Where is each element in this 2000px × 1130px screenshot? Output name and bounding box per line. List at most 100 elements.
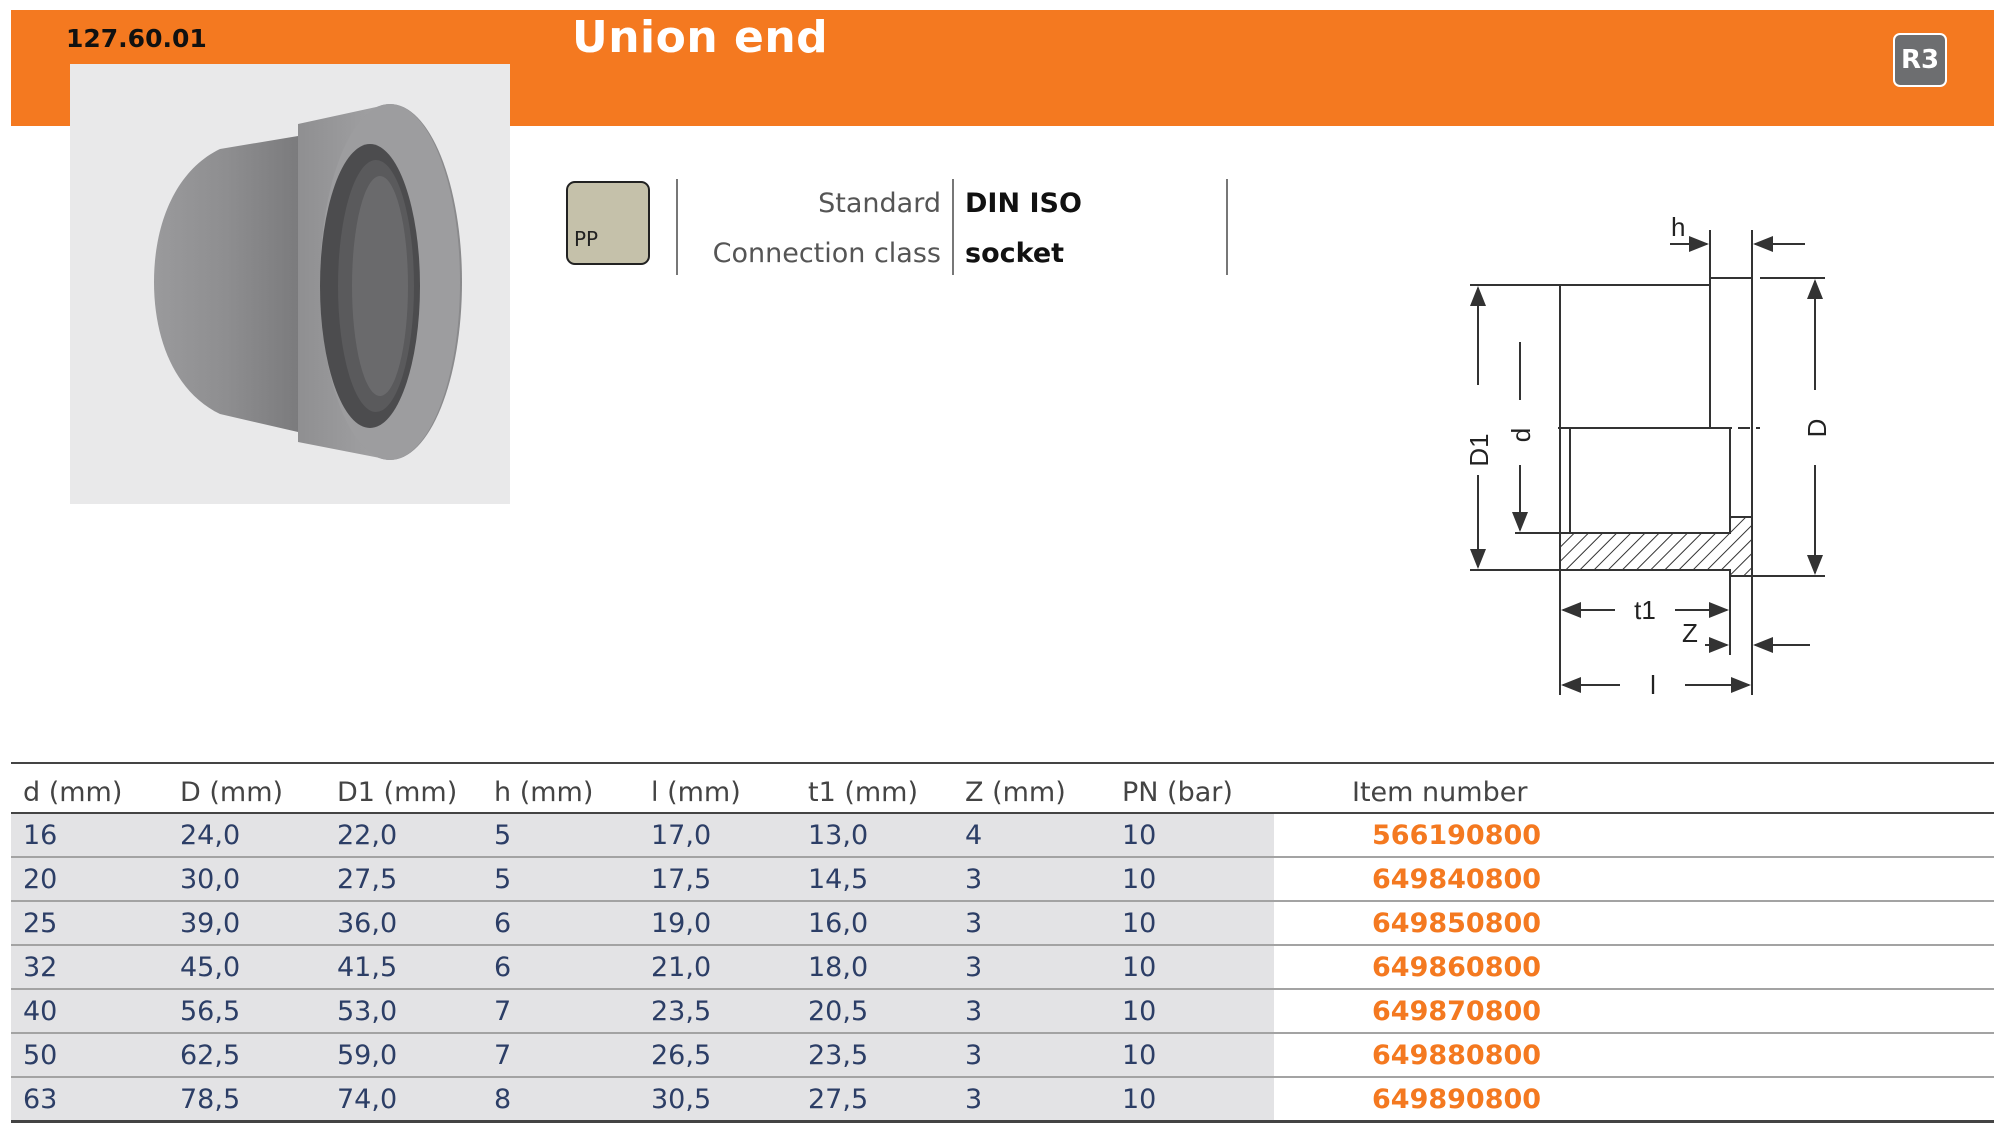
column-header: l (mm) [639,762,796,814]
dim-label-l: l [1650,670,1656,700]
table-cell: 19,0 [639,901,796,946]
item-number-link[interactable]: 649880800 [1274,1033,1994,1078]
table-cell: 62,5 [168,1033,325,1078]
item-number-link[interactable]: 566190800 [1274,813,1994,858]
dim-label-D1: D1 [1464,433,1494,466]
table-cell: 26,5 [639,1033,796,1078]
table-row: 20 30,0 27,5 5 17,5 14,5 3 10 649840800 [11,857,1994,902]
table-cell: 74,0 [325,1077,482,1123]
column-header: d (mm) [11,762,168,814]
item-number-link[interactable]: 649870800 [1274,989,1994,1034]
table-cell: 16 [11,813,168,858]
table-cell: 25 [11,901,168,946]
standard-label: Standard [818,188,941,219]
table-cell: 30,0 [168,857,325,902]
table-header-row: d (mm) D (mm) D1 (mm) h (mm) l (mm) t1 (… [11,762,1994,814]
table-cell: 53,0 [325,989,482,1034]
table-cell: 23,5 [639,989,796,1034]
divider [676,179,678,275]
column-header: Item number [1274,762,1994,814]
table-cell: 50 [11,1033,168,1078]
table-cell: 8 [482,1077,639,1123]
column-header: D (mm) [168,762,325,814]
table-cell: 3 [953,1077,1110,1123]
column-header: PN (bar) [1110,762,1274,814]
table-cell: 56,5 [168,989,325,1034]
table-cell: 16,0 [796,901,953,946]
dim-label-h: h [1671,212,1685,242]
table-cell: 21,0 [639,945,796,990]
table-cell: 7 [482,989,639,1034]
item-number-link[interactable]: 649860800 [1274,945,1994,990]
table-cell: 32 [11,945,168,990]
table-cell: 17,0 [639,813,796,858]
table-cell: 3 [953,901,1110,946]
table-cell: 3 [953,1033,1110,1078]
table-cell: 23,5 [796,1033,953,1078]
dim-label-Z: Z [1682,618,1698,648]
table-cell: 3 [953,857,1110,902]
table-cell: 45,0 [168,945,325,990]
product-image [70,64,510,504]
table-cell: 5 [482,813,639,858]
table-row: 63 78,5 74,0 8 30,5 27,5 3 10 649890800 [11,1077,1994,1123]
table-cell: 10 [1110,901,1274,946]
table-cell: 10 [1110,857,1274,902]
table-cell: 10 [1110,1033,1274,1078]
table-cell: 10 [1110,945,1274,990]
table-cell: 30,5 [639,1077,796,1123]
table-cell: 41,5 [325,945,482,990]
table-row: 50 62,5 59,0 7 26,5 23,5 3 10 649880800 [11,1033,1994,1078]
table-cell: 18,0 [796,945,953,990]
standard-value: DIN ISO [965,188,1082,219]
column-header: h (mm) [482,762,639,814]
table-cell: 3 [953,945,1110,990]
table-cell: 6 [482,945,639,990]
table-cell: 63 [11,1077,168,1123]
table-cell: 39,0 [168,901,325,946]
table-row: 40 56,5 53,0 7 23,5 20,5 3 10 649870800 [11,989,1994,1034]
table-cell: 22,0 [325,813,482,858]
item-number-link[interactable]: 649840800 [1274,857,1994,902]
table-cell: 3 [953,989,1110,1034]
table-cell: 59,0 [325,1033,482,1078]
table-row: 32 45,0 41,5 6 21,0 18,0 3 10 649860800 [11,945,1994,990]
dim-label-D: D [1802,419,1832,438]
table-row: 16 24,0 22,0 5 17,0 13,0 4 10 566190800 [11,813,1994,858]
column-header: D1 (mm) [325,762,482,814]
table-cell: 7 [482,1033,639,1078]
connection-class-value: socket [965,238,1065,269]
article-number: 127.60.01 [66,24,207,53]
table-row: 25 39,0 36,0 6 19,0 16,0 3 10 649850800 [11,901,1994,946]
item-number-link[interactable]: 649890800 [1274,1077,1994,1123]
item-number-link[interactable]: 649850800 [1274,901,1994,946]
table-cell: 27,5 [325,857,482,902]
table-cell: 10 [1110,1077,1274,1123]
table-cell: 10 [1110,989,1274,1034]
table-cell: 24,0 [168,813,325,858]
table-cell: 78,5 [168,1077,325,1123]
table-cell: 6 [482,901,639,946]
dimension-drawing: h D1 d D t1 Z l [1440,200,1840,704]
table-cell: 20 [11,857,168,902]
table-cell: 36,0 [325,901,482,946]
table-cell: 40 [11,989,168,1034]
table-cell: 13,0 [796,813,953,858]
dim-label-d: d [1506,428,1536,442]
dimension-table: d (mm) D (mm) D1 (mm) h (mm) l (mm) t1 (… [11,762,1994,1123]
dim-label-t1: t1 [1634,595,1656,625]
column-header: t1 (mm) [796,762,953,814]
table-cell: 5 [482,857,639,902]
connection-class-label: Connection class [712,238,941,269]
divider [952,179,954,275]
divider [1226,179,1228,275]
range-badge: R3 [1893,33,1947,87]
column-header: Z (mm) [953,762,1110,814]
table-cell: 27,5 [796,1077,953,1123]
table-cell: 4 [953,813,1110,858]
page-title: Union end [572,12,829,63]
table-cell: 14,5 [796,857,953,902]
material-badge: PP [566,181,650,265]
table-cell: 17,5 [639,857,796,902]
table-cell: 10 [1110,813,1274,858]
